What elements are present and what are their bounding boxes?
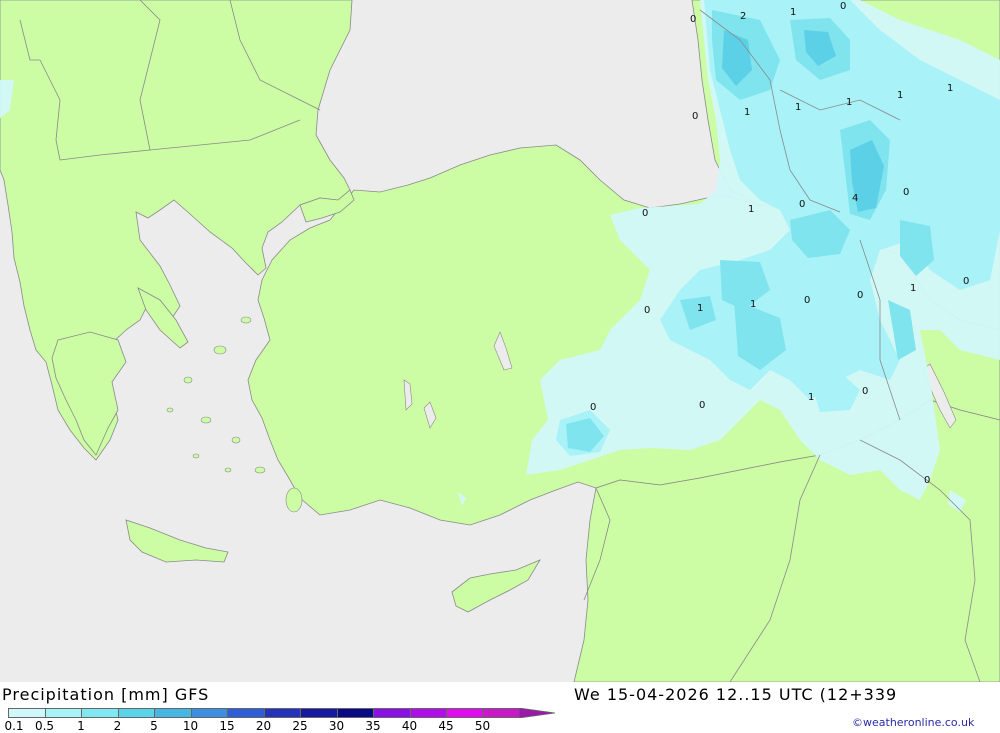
value-label: 0 [690,14,696,25]
legend-arrow [519,708,556,718]
value-label: 0 [799,199,805,210]
value-label: 0 [804,295,810,306]
legend-swatch [81,708,119,718]
value-label: 0 [903,187,909,198]
value-label: 1 [910,283,916,294]
value-label: 0 [699,400,705,411]
map-title: Precipitation [mm] GFS [2,685,210,704]
legend-swatch [300,708,338,718]
value-label: 1 [790,7,796,18]
legend-swatch [227,708,265,718]
value-label: 0 [924,475,930,486]
legend-swatch [8,708,46,718]
legend-swatch [44,708,82,718]
legend-tick-label: 5 [150,719,158,733]
value-label: 1 [808,392,814,403]
legend-tick-label: 35 [365,719,381,733]
value-label: 1 [748,204,754,215]
value-label: 1 [846,97,852,108]
legend-tick-label: 2 [113,719,122,733]
legend-swatch [117,708,155,718]
value-label: 1 [750,299,756,310]
legend-tick-label: 45 [438,719,454,733]
legend-tick-label: 20 [255,719,272,733]
value-label: 0 [963,276,969,287]
legend-tick-label: 25 [292,719,308,733]
legend-tick-label: 1 [77,719,85,733]
value-label: 0 [590,402,596,413]
value-label: 0 [644,305,650,316]
legend-swatch [154,708,192,718]
value-label: 0 [642,208,648,219]
legend-tick-label: 40 [401,719,418,733]
legend-swatch [336,708,374,718]
legend-tick-label: 30 [328,719,345,733]
legend-swatch [190,708,228,718]
value-label: 0 [862,386,868,397]
value-label: 1 [697,303,703,314]
legend-swatch [446,708,484,718]
map-footer: Precipitation [mm] GFS We 15-04-2026 12.… [0,682,1000,733]
value-label: 1 [947,83,953,94]
legend-swatch [482,708,520,718]
color-legend: 0.1 0.5 1 2 5 10 15 20 25 30 35 40 45 50 [4,708,556,733]
value-label: 4 [852,193,858,204]
value-label: 0 [857,290,863,301]
value-label: 1 [795,102,801,113]
legend-tick-label: 10 [182,719,199,733]
legend-tick-label: 15 [219,719,235,733]
value-label: 0 [840,1,846,12]
legend-swatch [373,708,411,718]
legend-tick-label: 50 [474,719,491,733]
value-label: 1 [744,107,750,118]
legend-swatch [263,708,301,718]
precipitation-map: 0 2 1 0 0 1 1 1 1 1 0 1 0 4 0 1 0 0 1 1 … [0,0,1000,682]
valid-time: We 15-04-2026 12..15 UTC (12+339 [574,685,898,704]
credit-link[interactable]: ©weatheronline.co.uk [852,716,974,729]
legend-tick-label: 0.1 [4,719,24,733]
value-label: 1 [897,90,903,101]
value-label: 0 [692,111,698,122]
value-label: 2 [740,11,746,22]
legend-tick-label: 0.5 [34,719,55,733]
legend-swatch [409,708,447,718]
